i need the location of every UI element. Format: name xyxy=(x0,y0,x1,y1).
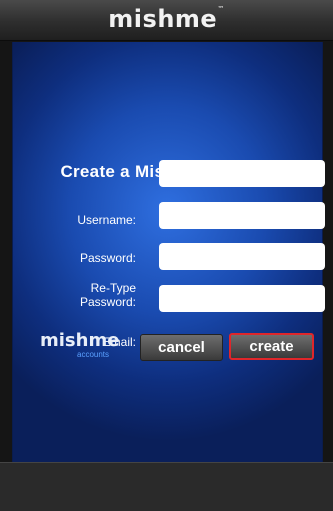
email-input[interactable] xyxy=(159,285,325,312)
app-logo: mishme™ xyxy=(0,5,333,33)
brand-name: mishme xyxy=(40,332,140,350)
retype-password-input[interactable] xyxy=(159,243,325,270)
bottom-bar xyxy=(0,462,333,511)
brand-sub: accounts xyxy=(77,350,140,359)
password-input[interactable] xyxy=(159,202,325,229)
create-button[interactable]: create xyxy=(229,333,314,360)
username-input[interactable] xyxy=(159,160,325,187)
cancel-button[interactable]: cancel xyxy=(140,334,223,361)
create-account-panel: Create a Mishme Account Username: Passwo… xyxy=(12,42,323,462)
retype-label-line2: Password: xyxy=(13,295,136,309)
top-app-bar: mishme™ xyxy=(0,0,333,41)
app-logo-text: mishme xyxy=(108,5,217,33)
retype-label-line1: Re-Type xyxy=(13,281,136,295)
retype-password-label: Re-Type Password: xyxy=(13,281,136,309)
mishme-accounts-logo: mishme accounts xyxy=(40,332,140,359)
username-label: Username: xyxy=(13,213,136,227)
trademark-mark: ™ xyxy=(217,5,225,13)
password-label: Password: xyxy=(13,251,136,265)
